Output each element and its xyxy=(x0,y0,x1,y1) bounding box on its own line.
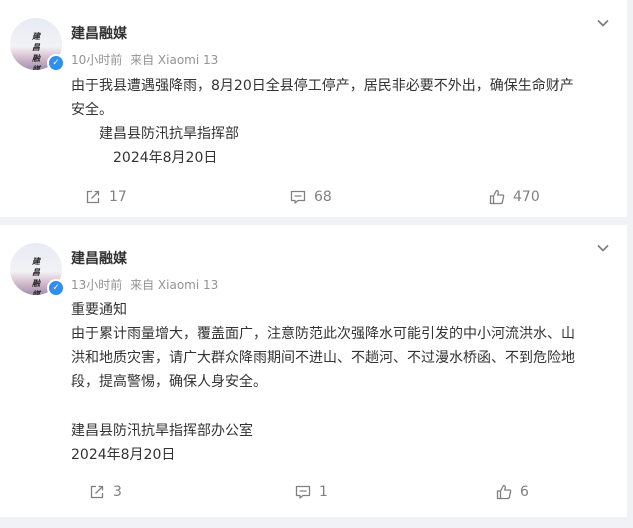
post-text-line: 建昌县防汛抗旱指挥部办公室 xyxy=(71,423,253,439)
post-text-line: 由于我县遭遇强降雨，8月20日全县停工停产，居民非必要不外出，确保生命财产 xyxy=(71,78,574,94)
weibo-post-card: 建 昌 融 媒 ✓ 建昌融媒 10小时前 来自 Xiaomi 13 由于我县遭遇… xyxy=(0,0,627,217)
like-count: 6 xyxy=(520,484,529,500)
post-meta: 10小时前 来自 Xiaomi 13 xyxy=(71,51,222,68)
comment-icon xyxy=(295,485,311,499)
comment-icon xyxy=(290,190,306,204)
verified-badge-icon: ✓ xyxy=(47,54,65,72)
repost-count: 17 xyxy=(109,189,127,205)
repost-button[interactable]: 3 xyxy=(89,484,122,500)
repost-icon xyxy=(90,485,104,499)
repost-icon xyxy=(86,190,100,204)
verified-badge-icon: ✓ xyxy=(47,279,65,297)
chevron-down-icon[interactable] xyxy=(596,16,610,30)
like-button[interactable]: 470 xyxy=(489,189,540,205)
comment-button[interactable]: 68 xyxy=(290,189,332,205)
repost-count: 3 xyxy=(113,484,122,500)
chevron-down-icon[interactable] xyxy=(596,241,610,255)
repost-button[interactable]: 17 xyxy=(85,189,127,205)
post-time[interactable]: 13小时前 xyxy=(71,278,122,292)
like-icon xyxy=(496,484,512,500)
weibo-post-card: 建 昌 融 媒 ✓ 建昌融媒 13小时前 来自 Xiaomi 13 重要通知 由… xyxy=(0,225,627,517)
post-text-line: 由于累计雨量增大，覆盖面广，注意防范此次强降水可能引发的中小河流洪水、山 xyxy=(71,326,575,342)
like-icon xyxy=(489,189,505,205)
post-meta: 13小时前 来自 Xiaomi 13 xyxy=(71,276,222,293)
post-text-line: 2024年8月20日 xyxy=(71,447,176,463)
post-text-line: 洪和地质灾害，请广大群众降雨期间不进山、不趟河、不过漫水桥函、不到危险地 xyxy=(71,350,575,366)
author-name[interactable]: 建昌融媒 xyxy=(71,23,127,43)
post-text-line: 建昌县防汛抗旱指挥部 xyxy=(71,126,239,142)
avatar-logo: 建 昌 融 媒 xyxy=(32,256,40,295)
like-count: 470 xyxy=(513,189,540,205)
post-source: 来自 Xiaomi 13 xyxy=(130,278,219,292)
post-text-line: 2024年8月20日 xyxy=(71,150,218,166)
like-button[interactable]: 6 xyxy=(496,484,529,500)
avatar-logo: 建 昌 融 媒 xyxy=(32,31,40,70)
post-source: 来自 Xiaomi 13 xyxy=(130,53,219,67)
post-text-line: 段，提高警惕，确保人身安全。 xyxy=(71,374,267,390)
post-time[interactable]: 10小时前 xyxy=(71,53,122,67)
author-name[interactable]: 建昌融媒 xyxy=(71,248,127,268)
comment-button[interactable]: 1 xyxy=(295,484,328,500)
comment-count: 68 xyxy=(314,189,332,205)
comment-count: 1 xyxy=(319,484,328,500)
post-text-line: 重要通知 xyxy=(71,302,127,318)
post-text-line: 安全。 xyxy=(71,102,113,118)
